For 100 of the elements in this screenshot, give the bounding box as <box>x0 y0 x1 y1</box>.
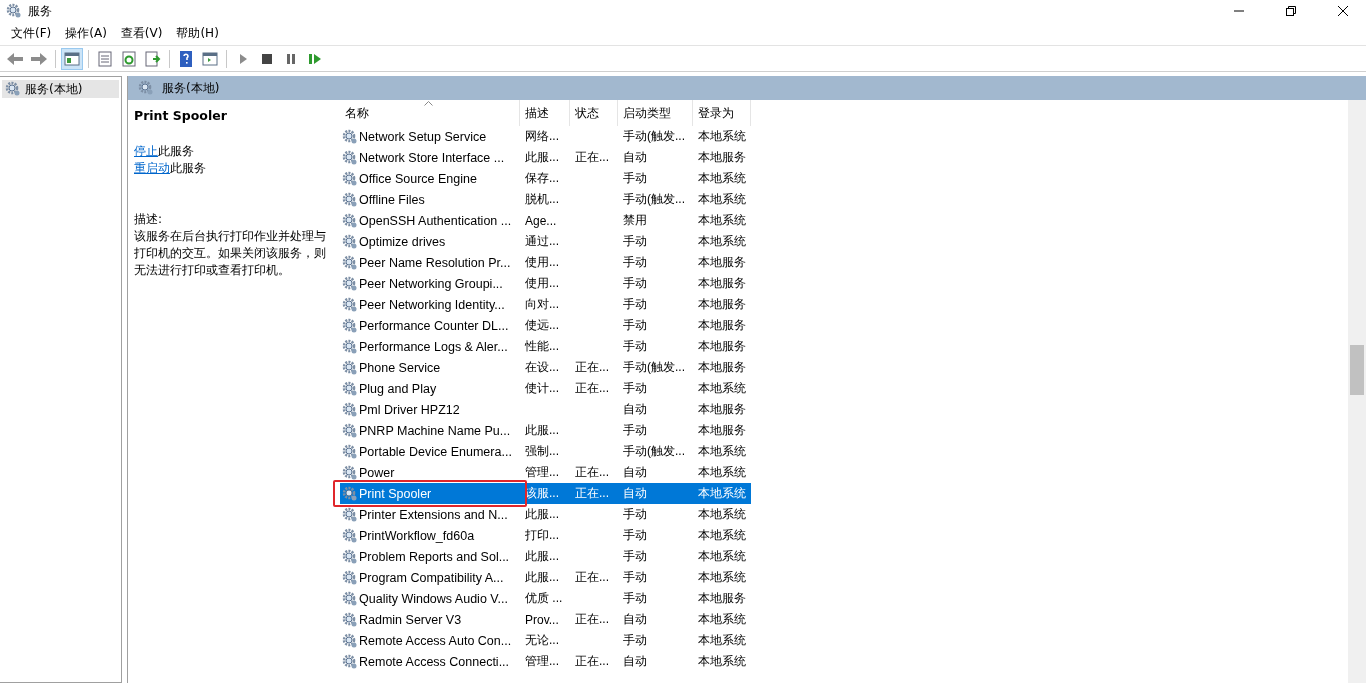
startup-type-cell-text: 手动 <box>622 548 648 565</box>
service-row[interactable]: Office Source Engine 保存... 手动 本地系统 <box>340 168 751 189</box>
service-row[interactable]: Performance Logs & Aler... 性能... 手动 本地服务 <box>340 336 751 357</box>
properties-icon <box>95 48 115 69</box>
service-row[interactable]: Peer Networking Groupi... 使用... 手动 本地服务 <box>340 273 751 294</box>
service-row[interactable]: Quality Windows Audio V... 优质 ... 手动 本地服务 <box>340 588 751 609</box>
description-cell-text: 使用... <box>524 254 560 271</box>
service-row[interactable]: Print Spooler 该服... 正在... 自动 本地系统 <box>340 483 751 504</box>
scrollbar[interactable] <box>1348 100 1366 683</box>
service-row[interactable]: Pml Driver HPZ12 自动 本地服务 <box>340 399 751 420</box>
logon-cell-text: 本地系统 <box>697 170 747 187</box>
column-header[interactable]: 名称 <box>340 100 520 126</box>
refresh-icon <box>119 48 139 69</box>
column-header[interactable]: 启动类型 <box>618 100 693 126</box>
menu-item[interactable]: 操作(A) <box>58 23 114 44</box>
name-cell: Performance Logs & Aler... <box>340 338 520 355</box>
description-cell-text: 该服... <box>524 485 560 502</box>
startup-type-cell-text: 手动 <box>622 275 648 292</box>
service-row[interactable]: Peer Networking Identity... 向对... 手动 本地服务 <box>340 294 751 315</box>
service-row[interactable]: Problem Reports and Sol... 此服... 手动 本地系统 <box>340 546 751 567</box>
service-row[interactable]: Peer Name Resolution Pr... 使用... 手动 本地服务 <box>340 252 751 273</box>
gear-icon <box>342 401 358 418</box>
service-row[interactable]: Optimize drives 通过... 手动 本地系统 <box>340 231 751 252</box>
tree-toolbar-button[interactable] <box>61 47 83 70</box>
logon-cell-text: 本地系统 <box>697 569 747 586</box>
status-cell-text: 正在... <box>574 149 610 166</box>
gear-icon <box>342 338 358 355</box>
description-cell-text: 脱机... <box>524 191 560 208</box>
name-cell: Portable Device Enumera... <box>340 443 520 460</box>
logon-cell-text: 本地系统 <box>697 212 747 229</box>
startup-type-cell-text: 手动 <box>622 422 648 439</box>
description-cell-text: 性能... <box>524 338 560 355</box>
description-cell-text: 此服... <box>524 506 560 523</box>
name-cell: Print Spooler <box>340 485 520 502</box>
service-row[interactable]: Portable Device Enumera... 强制... 手动(触发... 本地系统 <box>340 441 751 462</box>
startup-type-cell-text: 自动 <box>622 611 648 628</box>
gear-icon <box>342 191 358 208</box>
window-title: 服务 <box>28 2 53 20</box>
logon-cell-text: 本地服务 <box>697 338 747 355</box>
gear-icon <box>342 569 358 586</box>
service-row[interactable]: Remote Access Connecti... 管理... 正在... 自动 本地系统 <box>340 651 751 672</box>
service-row[interactable]: Performance Counter DL... 使远... 手动 本地服务 <box>340 315 751 336</box>
service-row[interactable]: Power 管理... 正在... 自动 本地系统 <box>340 462 751 483</box>
logon-cell-text: 本地系统 <box>697 611 747 628</box>
gear-icon <box>342 254 358 271</box>
description-cell-text: 此服... <box>524 149 560 166</box>
startup-type-cell-text: 手动 <box>622 632 648 649</box>
column-header[interactable]: 描述 <box>520 100 570 126</box>
status-cell-text: 正在... <box>574 380 610 397</box>
name-cell: Remote Access Auto Con... <box>340 632 520 649</box>
name-cell: Optimize drives <box>340 233 520 250</box>
service-row[interactable]: Phone Service 在设... 正在... 手动(触发... 本地服务 <box>340 357 751 378</box>
service-row[interactable]: Network Setup Service 网络... 手动(触发... 本地系统 <box>340 126 751 147</box>
tree-item[interactable]: 服务(本地) <box>2 80 119 98</box>
service-row[interactable]: PNRP Machine Name Pu... 此服... 手动 本地服务 <box>340 420 751 441</box>
description-cell-text: 强制... <box>524 443 560 460</box>
logon-cell-text: 本地服务 <box>697 254 747 271</box>
status-cell-text: 正在... <box>574 653 610 670</box>
gear-icon <box>342 128 358 145</box>
logon-cell-text: 本地系统 <box>697 464 747 481</box>
service-row[interactable]: Radmin Server V3 Prov... 正在... 自动 本地系统 <box>340 609 751 630</box>
status-cell-text: 正在... <box>574 569 610 586</box>
service-row[interactable]: Program Compatibility A... 此服... 正在... 手动 本地系统 <box>340 567 751 588</box>
service-row[interactable]: Plug and Play 使计... 正在... 手动 本地系统 <box>340 378 751 399</box>
logon-cell-text: 本地系统 <box>697 548 747 565</box>
description-cell-text: 此服... <box>524 422 560 439</box>
scrollbar-thumb[interactable] <box>1350 345 1364 395</box>
service-row[interactable]: Remote Access Auto Con... 无论... 手动 本地系统 <box>340 630 751 651</box>
name-cell: Power <box>340 464 520 481</box>
column-header[interactable]: 登录为 <box>693 100 751 126</box>
startup-type-cell-text: 手动(触发... <box>622 443 686 460</box>
action-link[interactable]: 停止 <box>134 144 158 158</box>
gear-icon <box>342 632 358 649</box>
description-cell-text: 此服... <box>524 569 560 586</box>
action-link[interactable]: 重启动 <box>134 161 170 175</box>
service-row[interactable]: Network Store Interface ... 此服... 正在... 自动 本地服务 <box>340 147 751 168</box>
description-label: 描述: <box>134 211 164 228</box>
logon-cell-text: 本地服务 <box>697 296 747 313</box>
action-text: 此服务 <box>170 161 206 175</box>
menu-item[interactable]: 文件(F) <box>4 23 59 44</box>
description-cell-text: 无论... <box>524 632 560 649</box>
name-cell: Network Store Interface ... <box>340 149 520 166</box>
menu-item[interactable]: 查看(V) <box>113 23 170 44</box>
menu-item[interactable]: 帮助(H) <box>169 23 226 44</box>
service-row[interactable]: Offline Files 脱机... 手动(触发... 本地系统 <box>340 189 751 210</box>
name-cell: Peer Name Resolution Pr... <box>340 254 520 271</box>
description-cell-text: 此服... <box>524 548 560 565</box>
description-cell-text: 网络... <box>524 128 560 145</box>
service-row[interactable]: Printer Extensions and N... 此服... 手动 本地系统 <box>340 504 751 525</box>
gear-icon <box>342 233 358 250</box>
startup-type-cell-text: 手动 <box>622 233 648 250</box>
gear-icon <box>342 296 358 313</box>
description-cell-text: 打印... <box>524 527 560 544</box>
name-cell: Peer Networking Identity... <box>340 296 520 313</box>
service-row[interactable]: OpenSSH Authentication ... Age... 禁用 本地系统 <box>340 210 751 231</box>
startup-type-cell-text: 手动(触发... <box>622 191 686 208</box>
column-header[interactable]: 状态 <box>570 100 618 126</box>
service-row[interactable]: PrintWorkflow_fd60a 打印... 手动 本地系统 <box>340 525 751 546</box>
description-cell-text: 优质 ... <box>524 590 564 607</box>
gear-icon <box>342 653 358 670</box>
